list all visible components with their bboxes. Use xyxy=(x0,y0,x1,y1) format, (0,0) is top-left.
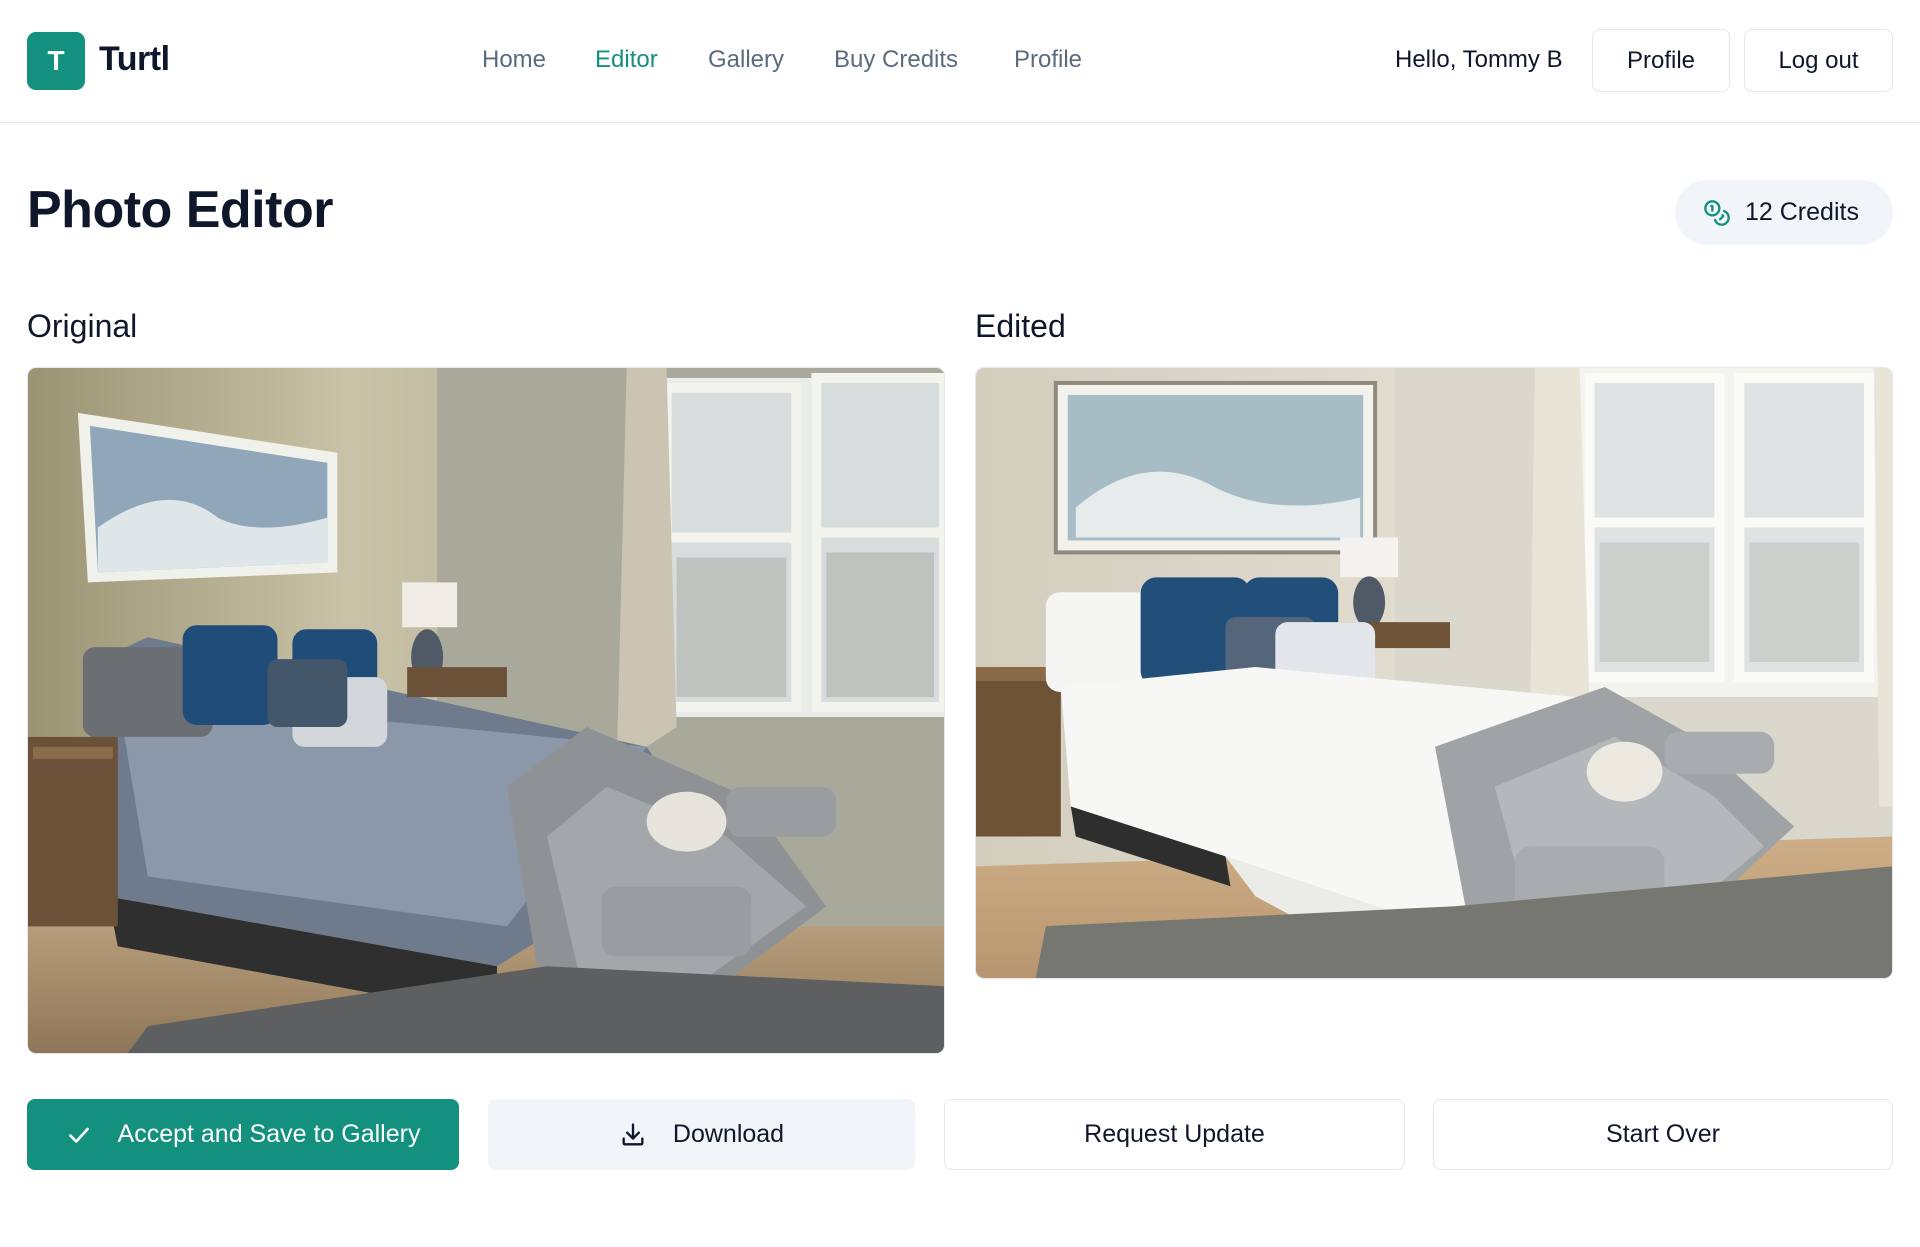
brand-name[interactable]: Turtl xyxy=(99,40,170,79)
nav-buy-credits[interactable]: Buy Credits xyxy=(834,46,958,78)
credits-count: 12 Credits xyxy=(1745,198,1859,226)
nav-profile[interactable]: Profile xyxy=(1014,46,1082,78)
accept-save-button[interactable]: Accept and Save to Gallery xyxy=(27,1099,459,1170)
credits-badge: 12 Credits xyxy=(1675,180,1893,245)
check-icon xyxy=(66,1122,92,1148)
request-update-button[interactable]: Request Update xyxy=(944,1099,1405,1170)
page-title: Photo Editor xyxy=(27,181,333,239)
original-photo xyxy=(27,367,945,1054)
user-greeting: Hello, Tommy B xyxy=(1395,46,1563,73)
nav-editor[interactable]: Editor xyxy=(595,46,658,78)
nav-gallery[interactable]: Gallery xyxy=(708,46,784,78)
download-button[interactable]: Download xyxy=(488,1099,915,1170)
edited-photo xyxy=(975,367,1893,979)
download-label: Download xyxy=(672,1120,785,1148)
profile-button[interactable]: Profile xyxy=(1592,29,1730,92)
original-label: Original xyxy=(27,308,138,344)
accept-save-label: Accept and Save to Gallery xyxy=(117,1120,421,1148)
logout-button[interactable]: Log out xyxy=(1744,29,1893,92)
coins-icon xyxy=(1704,199,1730,226)
start-over-button[interactable]: Start Over xyxy=(1433,1099,1893,1170)
edited-label: Edited xyxy=(975,308,1066,344)
download-icon xyxy=(619,1121,647,1149)
top-navigation-bar: T Turtl Home Editor Gallery Buy Credits … xyxy=(0,0,1920,123)
logo-icon[interactable]: T xyxy=(27,32,85,90)
nav-home[interactable]: Home xyxy=(482,46,546,78)
